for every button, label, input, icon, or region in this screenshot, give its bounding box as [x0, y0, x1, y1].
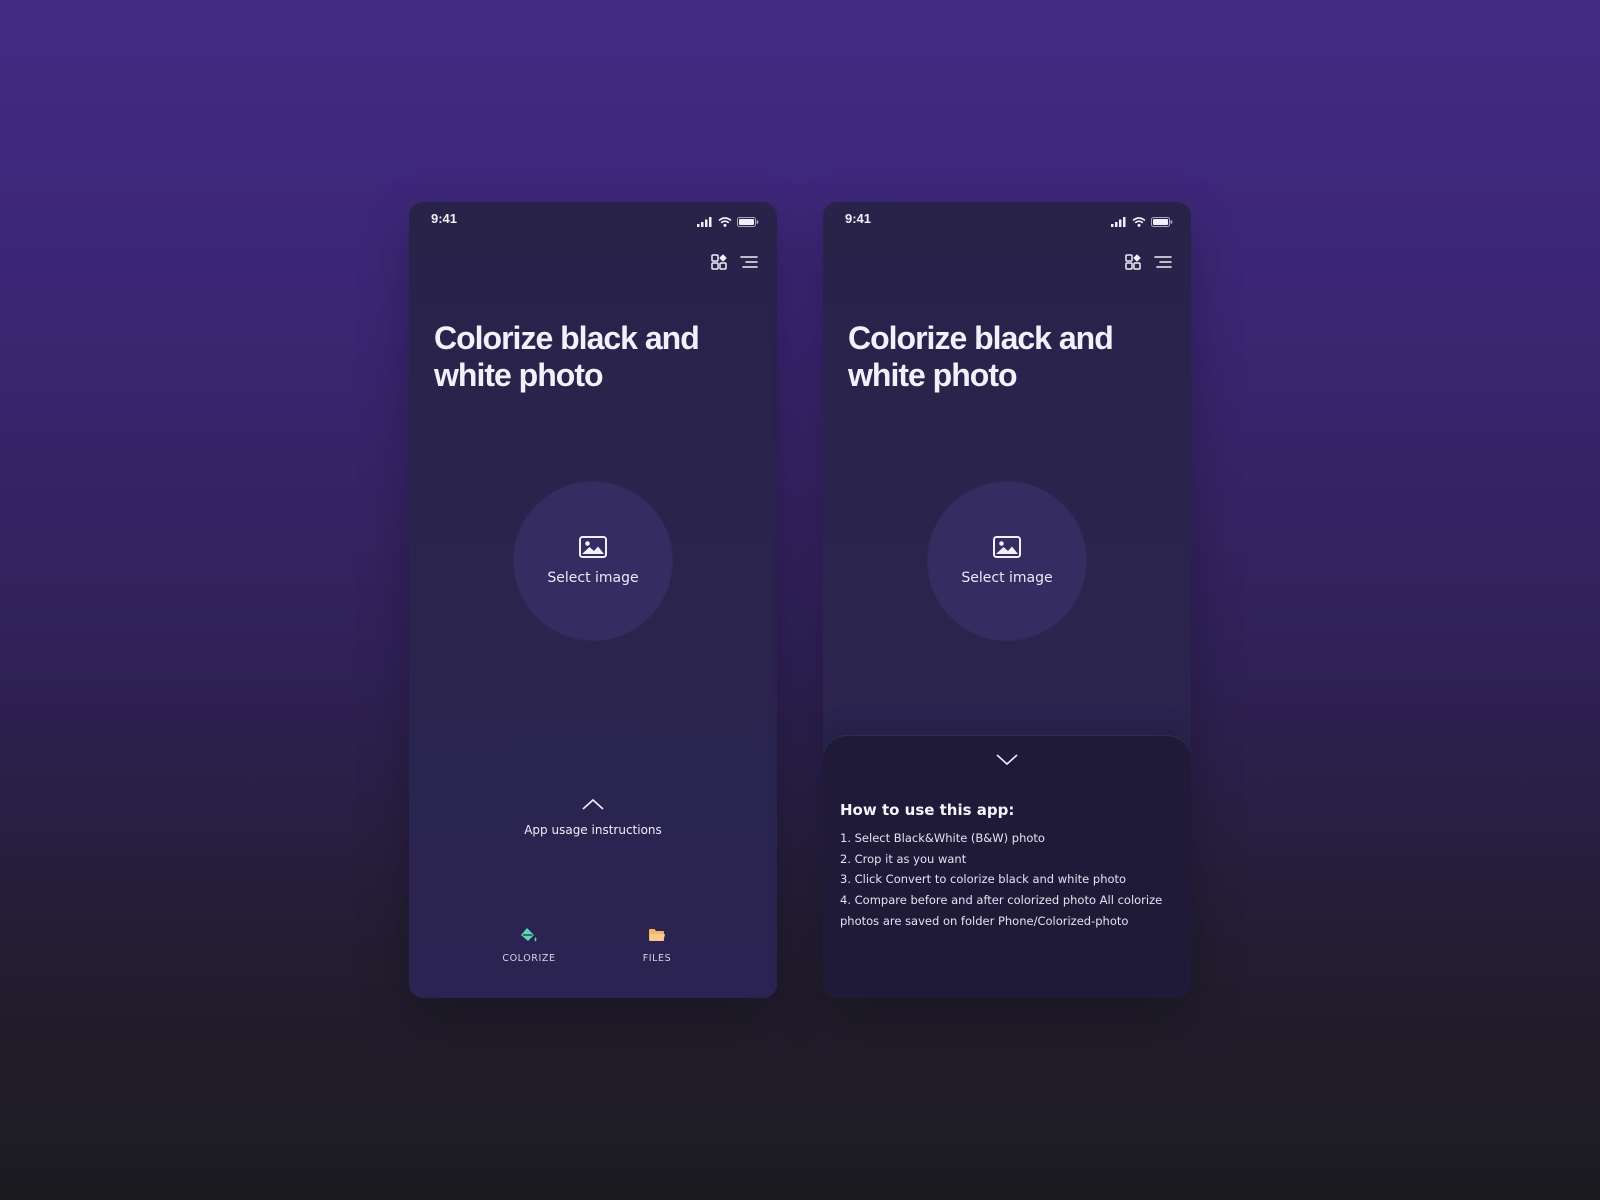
nav-label-colorize: COLORIZE: [502, 953, 556, 964]
wifi-icon: [718, 212, 732, 231]
select-image-button[interactable]: Select image: [514, 482, 672, 640]
list-item: 1. Select Black&White (B&W) photo: [840, 831, 1045, 845]
list-item: 2. Crop it as you want: [840, 851, 967, 866]
select-image-label: Select image: [961, 570, 1053, 586]
instructions-sheet: How to use this app: 1. Select Black&Whi…: [823, 736, 1191, 998]
list-item: 3. Click Convert to colorize black and w…: [840, 872, 1127, 887]
header-actions: [709, 252, 759, 272]
page-title: Colorize black and white photo: [848, 320, 1114, 393]
battery-icon: [1151, 212, 1173, 231]
instructions-toggle[interactable]: App usage instructions: [409, 796, 777, 837]
signal-icon: [697, 212, 713, 231]
status-icons: [697, 212, 759, 231]
widgets-icon[interactable]: [709, 252, 729, 272]
folder-icon: [648, 927, 666, 947]
nav-item-colorize[interactable]: COLORIZE: [501, 927, 557, 964]
select-image-label: Select image: [547, 570, 639, 586]
nav-item-files[interactable]: FILES: [629, 927, 685, 964]
battery-icon: [737, 212, 759, 231]
list-item: 4. Compare before and after colorized ph…: [840, 893, 1163, 928]
signal-icon: [1111, 212, 1127, 231]
status-time: 9:41: [845, 211, 872, 226]
status-time: 9:41: [431, 211, 458, 226]
image-icon: [579, 536, 607, 562]
page-title: Colorize black and white photo: [434, 320, 700, 393]
image-icon: [993, 536, 1021, 562]
widgets-icon[interactable]: [1123, 252, 1143, 272]
wifi-icon: [1132, 212, 1146, 231]
instructions-label: App usage instructions: [524, 823, 662, 837]
menu-icon[interactable]: [739, 252, 759, 272]
phone-screen-instructions: 9:41 Colorize black and white photo Sele…: [823, 202, 1191, 998]
menu-icon[interactable]: [1153, 252, 1173, 272]
header-actions: [1123, 252, 1173, 272]
chevron-up-icon: [581, 796, 605, 815]
bottom-nav: COLORIZE FILES: [409, 927, 777, 964]
sheet-title: How to use this app:: [840, 801, 1015, 819]
phone-screen-main: 9:41 Colorize black and white photo Sele…: [409, 202, 777, 998]
chevron-down-icon[interactable]: [995, 752, 1019, 771]
paint-bucket-icon: [520, 927, 538, 947]
select-image-button[interactable]: Select image: [928, 482, 1086, 640]
instruction-steps: 1. Select Black&White (B&W) photo 2. Cro…: [840, 828, 1174, 932]
status-icons: [1111, 212, 1173, 231]
nav-label-files: FILES: [642, 953, 672, 964]
